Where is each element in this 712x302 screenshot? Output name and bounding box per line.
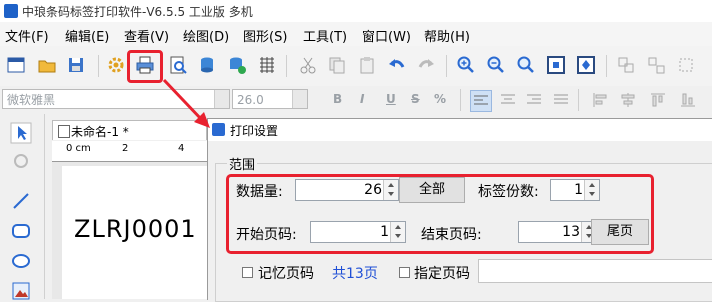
document-tab-label: 未命名-1 * <box>71 125 129 139</box>
document-icon <box>58 125 70 138</box>
total-pages-text: 共13页 <box>332 266 378 282</box>
chevron-down-icon[interactable] <box>292 90 307 108</box>
menu-edit[interactable]: 编辑(E) <box>65 26 109 45</box>
align-left-icon[interactable] <box>470 90 492 112</box>
database-settings-icon[interactable] <box>227 55 247 75</box>
toolbar-separator <box>606 55 607 77</box>
zoom-out-icon[interactable] <box>486 55 506 75</box>
actual-size-icon[interactable] <box>576 55 596 75</box>
remember-page-checkbox[interactable] <box>242 267 253 278</box>
format-toolbar: 微软雅黑 26.0 B I U S % <box>0 86 712 114</box>
zoom-in-icon[interactable] <box>456 55 476 75</box>
dialog-title: 打印设置 <box>230 124 279 138</box>
font-size-value: 26.0 <box>237 93 264 107</box>
drawing-tools-panel <box>0 114 45 300</box>
menu-bar: 文件(F) 编辑(E) 查看(V) 绘图(D) 图形(S) 工具(T) 窗口(W… <box>0 22 712 46</box>
align-objects-center-icon[interactable] <box>618 90 638 110</box>
toolbar-separator <box>578 89 579 111</box>
title-bar: 中琅条码标签打印软件-V6.5.5 工业版 多机 <box>0 0 712 22</box>
menu-file[interactable]: 文件(F) <box>5 26 49 45</box>
ruler-label: 4 <box>178 143 185 154</box>
select-pointer-icon[interactable] <box>10 122 32 144</box>
menu-tools[interactable]: 工具(T) <box>303 26 347 45</box>
line-tool-icon[interactable] <box>10 190 32 212</box>
toolbar-separator <box>460 89 461 111</box>
highlight-range-settings <box>226 174 654 254</box>
remember-page-label: 记忆页码 <box>258 266 314 282</box>
range-group-title: 范围 <box>227 154 258 173</box>
ungroup-icon[interactable] <box>646 55 666 75</box>
annotation-arrow <box>162 78 210 128</box>
font-name-value: 微软雅黑 <box>7 93 56 107</box>
redo-icon[interactable] <box>416 55 436 75</box>
specify-page-input[interactable] <box>478 259 712 283</box>
database-icon[interactable] <box>197 55 217 75</box>
print-preview-icon[interactable] <box>168 55 188 75</box>
fit-page-icon[interactable] <box>546 55 566 75</box>
label-text-object[interactable]: ZLRJ0001 <box>74 215 197 243</box>
align-objects-left-icon[interactable] <box>590 90 610 110</box>
menu-shape[interactable]: 图形(S) <box>243 26 287 45</box>
app-title: 中琅条码标签打印软件-V6.5.5 工业版 多机 <box>22 5 253 19</box>
specify-page-checkbox[interactable] <box>399 267 410 278</box>
scale-button[interactable]: % <box>434 92 446 106</box>
copy-icon[interactable] <box>327 55 347 75</box>
strikethrough-button[interactable]: S <box>411 92 420 106</box>
ruler-label: 0 cm <box>66 143 91 154</box>
align-center-icon[interactable] <box>498 90 518 110</box>
menu-draw[interactable]: 绘图(D) <box>183 26 229 45</box>
settings-gear-icon[interactable] <box>106 55 126 75</box>
align-objects-top-icon[interactable] <box>648 90 668 110</box>
menu-window[interactable]: 窗口(W) <box>362 26 411 45</box>
app-logo-icon <box>4 4 18 18</box>
ruler-label: 2 <box>122 143 129 154</box>
align-objects-bottom-icon[interactable] <box>678 90 698 110</box>
menu-view[interactable]: 查看(V) <box>124 26 169 45</box>
main-toolbar <box>0 46 712 87</box>
undo-icon[interactable] <box>387 55 407 75</box>
new-file-icon[interactable] <box>6 55 26 75</box>
toolbar-separator <box>98 55 99 77</box>
open-folder-icon[interactable] <box>37 55 57 75</box>
zoom-fit-icon[interactable] <box>516 55 536 75</box>
align-right-icon[interactable] <box>524 90 544 110</box>
underline-button[interactable]: U <box>386 92 396 106</box>
italic-button[interactable]: I <box>360 92 364 106</box>
bold-button[interactable]: B <box>333 92 342 106</box>
save-icon[interactable] <box>66 55 86 75</box>
paste-icon[interactable] <box>357 55 377 75</box>
lock-icon[interactable] <box>676 55 696 75</box>
grid-icon[interactable] <box>257 55 277 75</box>
rounded-rect-tool-icon[interactable] <box>10 220 32 242</box>
toolbar-separator <box>446 55 447 77</box>
horizontal-ruler: 0 cm 2 4 <box>52 141 212 162</box>
ellipse-tool-icon[interactable] <box>10 250 32 272</box>
rotate-icon[interactable] <box>10 150 32 172</box>
cut-icon[interactable] <box>298 55 318 75</box>
font-size-select[interactable]: 26.0 <box>232 89 308 109</box>
menu-help[interactable]: 帮助(H) <box>424 26 470 45</box>
group-icon[interactable] <box>616 55 636 75</box>
justify-icon[interactable] <box>551 90 571 110</box>
toolbar-separator <box>286 55 287 77</box>
dialog-title-bar: 打印设置 <box>208 119 712 141</box>
specify-page-label: 指定页码 <box>414 266 470 282</box>
